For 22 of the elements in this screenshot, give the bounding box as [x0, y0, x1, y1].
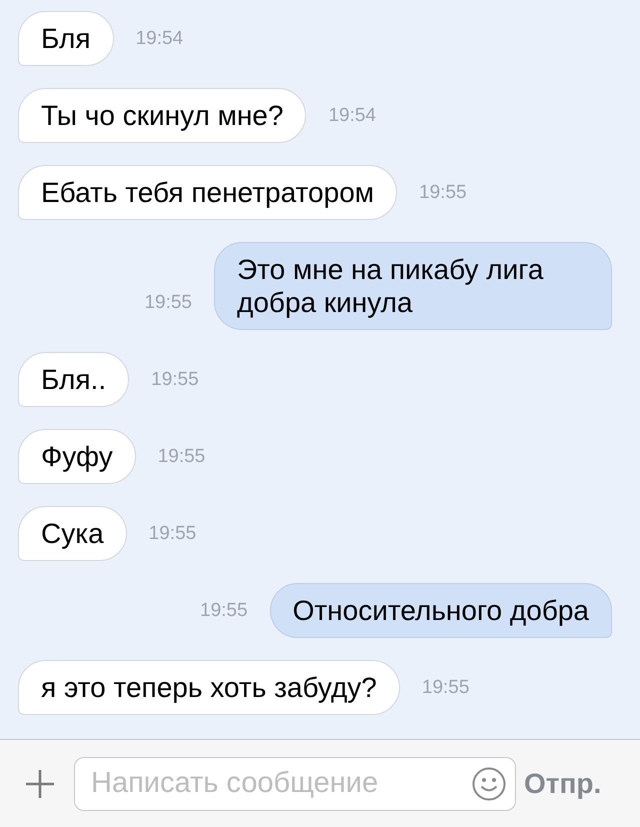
message-time: 19:55	[144, 292, 192, 315]
message-bubble: Сука	[18, 506, 127, 561]
message-time: 19:54	[328, 105, 376, 128]
send-button[interactable]: Отпр.	[524, 768, 602, 800]
message-time: 19:55	[148, 523, 196, 546]
message-bubble: Относительного добра	[270, 583, 612, 638]
message-bubble: Бля	[18, 11, 114, 66]
message-time: 19:55	[419, 182, 467, 205]
message-bubble: Бля..	[18, 352, 130, 407]
smiley-icon[interactable]	[472, 766, 506, 800]
message-time: 19:55	[151, 369, 199, 392]
message-time: 19:54	[136, 28, 184, 51]
message-bubble: Ты чо скинул мне?	[18, 88, 306, 143]
message-bubble: Это мне на пикабу лига добра кинула	[214, 242, 612, 330]
add-icon[interactable]	[24, 768, 56, 800]
message-bubble: я это теперь хоть забуду?	[18, 660, 400, 715]
message-time: 19:55	[422, 677, 470, 700]
message-bubble: Фуфу	[18, 429, 136, 484]
message-bubble: Ебать тебя пенетратором	[18, 165, 398, 220]
message-time: 19:55	[200, 600, 248, 623]
message-time: 19:55	[158, 446, 206, 469]
message-field[interactable]: Написать сообщение	[74, 756, 516, 810]
